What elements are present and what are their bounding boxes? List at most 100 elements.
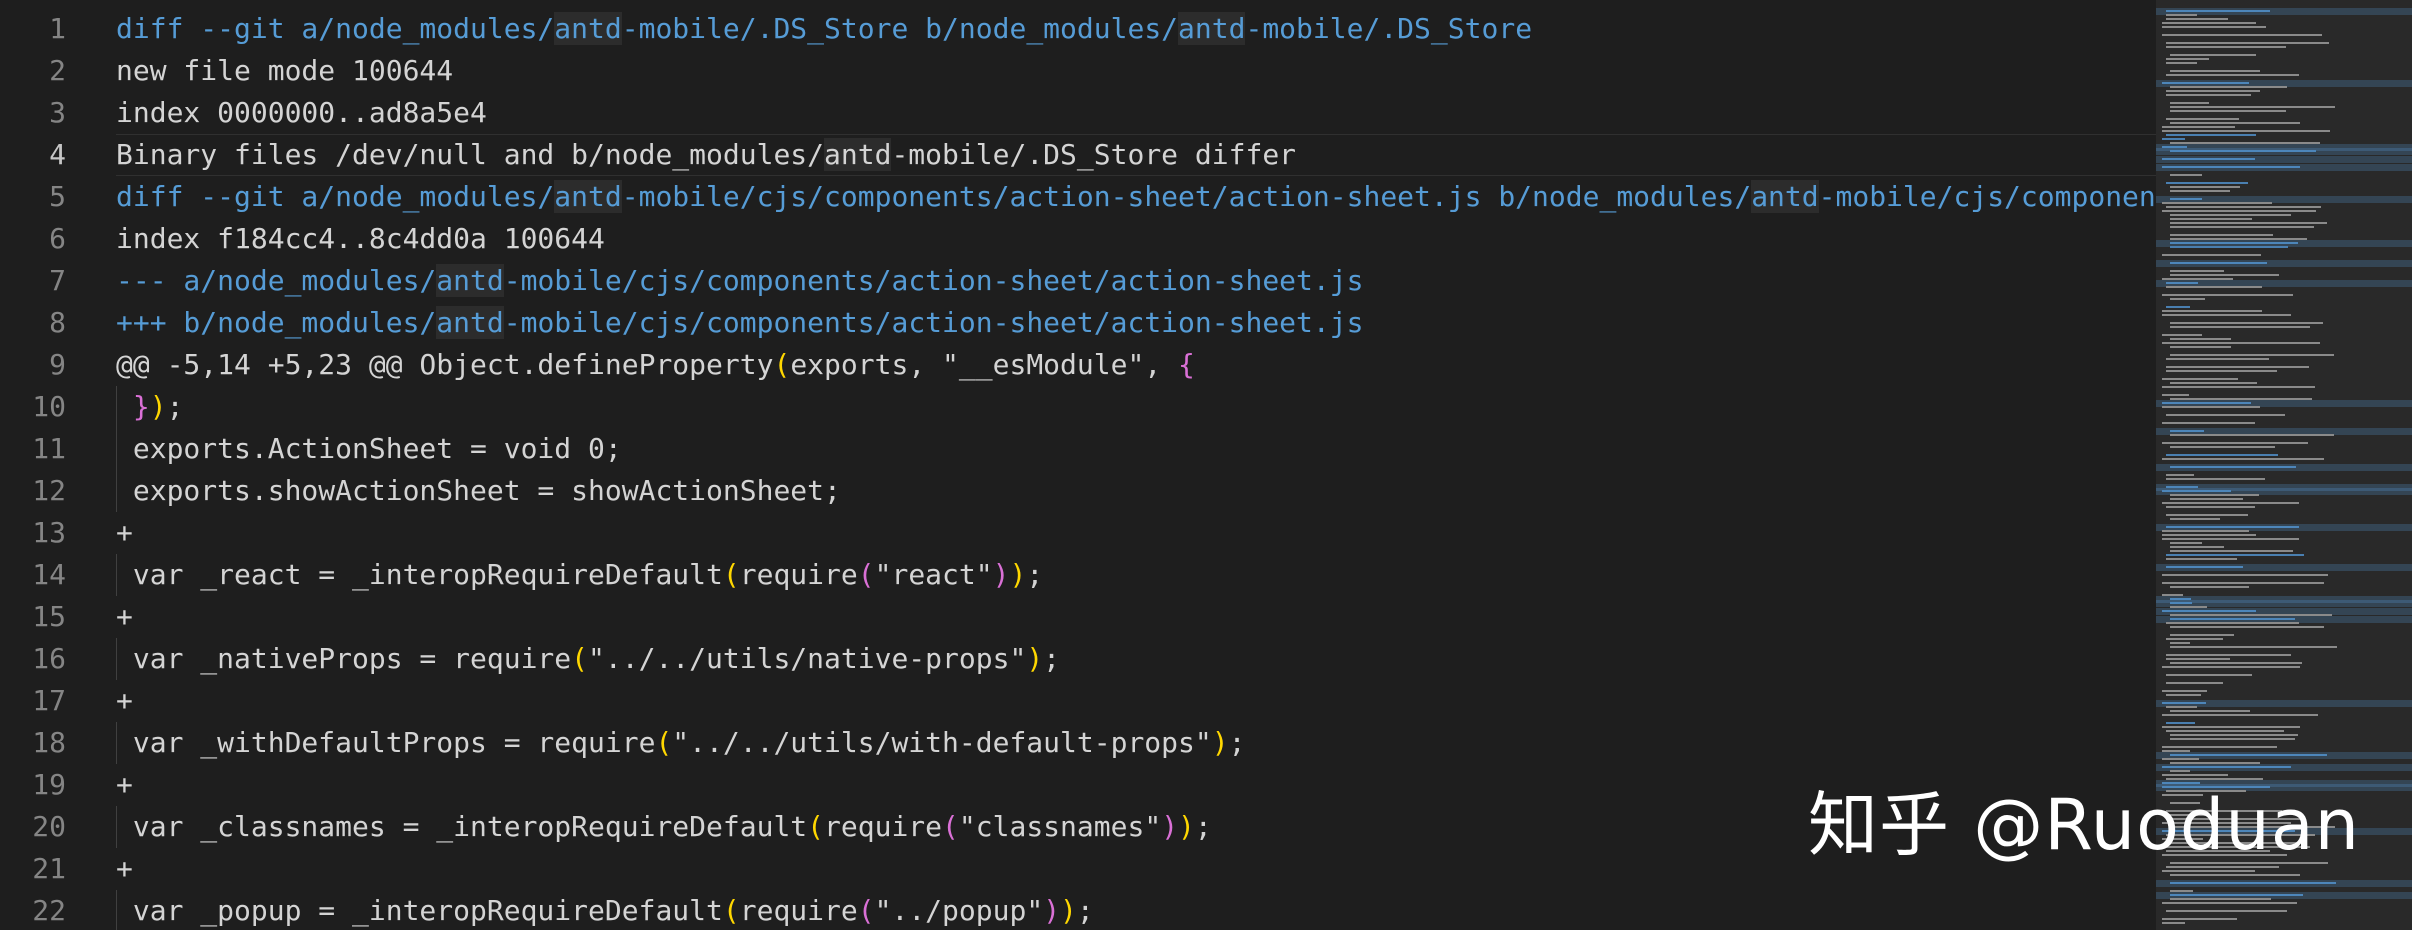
code-line[interactable]: var _nativeProps = require("../../utils/… <box>116 638 1060 680</box>
code-line[interactable]: + <box>116 764 133 806</box>
minimap-line <box>2162 34 2322 36</box>
minimap-line <box>2162 534 2256 536</box>
code-line[interactable]: diff --git a/node_modules/antd-mobile/cj… <box>116 176 2156 218</box>
minimap-line <box>2162 394 2189 396</box>
code-token: ; <box>1228 726 1246 759</box>
minimap-line <box>2170 434 2334 436</box>
code-line[interactable]: var _react = _interopRequireDefault(requ… <box>116 554 1043 596</box>
minimap-line <box>2162 774 2228 776</box>
minimap-line <box>2166 182 2248 184</box>
minimap-line <box>2162 202 2272 204</box>
code-token: Binary files /dev/null and b/node_module… <box>116 138 825 171</box>
code-line[interactable]: var _withDefaultProps = require("../../u… <box>116 722 1245 764</box>
code-line[interactable]: + <box>116 848 133 890</box>
minimap-line <box>2170 218 2252 220</box>
minimap-line <box>2162 294 2293 296</box>
minimap-highlight <box>2156 600 2412 607</box>
line-number: 2 <box>49 54 66 87</box>
code-line[interactable]: + <box>116 596 133 638</box>
code-token: --- a/node_modules/ <box>116 264 437 297</box>
minimap-line <box>2170 398 2312 400</box>
code-line[interactable]: exports.ActionSheet = void 0; <box>116 428 622 470</box>
code-token: var _react = _interopRequireDefault <box>116 558 723 591</box>
indent-guide <box>116 554 117 596</box>
code-token: + <box>116 600 133 633</box>
code-editor[interactable]: 1 2 3 4 5 6 7 8 9 10 11 12 13 14 15 16 17 18 19 20 21 22 diff… <box>0 0 2412 930</box>
minimap-line <box>2162 26 2266 28</box>
code-token: -mobile/.DS_Store b/node_modules/ <box>621 12 1179 45</box>
minimap-line <box>2166 94 2251 96</box>
minimap-line <box>2166 14 2197 16</box>
code-line[interactable]: index f184cc4..8c4dd0a 100644 <box>116 218 605 260</box>
minimap-line <box>2166 454 2278 456</box>
minimap-highlight <box>2156 700 2412 707</box>
code-token: ; <box>1026 558 1044 591</box>
minimap-highlight <box>2156 80 2412 87</box>
code-line[interactable]: index 0000000..ad8a5e4 <box>116 92 487 134</box>
line-number: 11 <box>32 432 66 465</box>
code-line[interactable]: exports.showActionSheet = showActionShee… <box>116 470 841 512</box>
code-line[interactable]: Binary files /dev/null and b/node_module… <box>116 134 2156 176</box>
minimap-line <box>2170 338 2231 340</box>
code-token: "react" <box>874 558 993 591</box>
minimap-line <box>2170 710 2250 712</box>
minimap-line <box>2162 582 2324 584</box>
minimap-highlight <box>2156 892 2412 899</box>
code-line[interactable]: + <box>116 680 133 722</box>
code-token: "../popup" <box>874 894 1044 927</box>
minimap-line <box>2166 58 2209 60</box>
minimap-line <box>2162 538 2299 540</box>
code-line[interactable]: }); <box>116 386 183 428</box>
minimap-line <box>2166 722 2195 724</box>
minimap-line <box>2170 614 2332 616</box>
code-line[interactable]: +++ b/node_modules/antd-mobile/cjs/compo… <box>116 302 1363 344</box>
indent-guide <box>116 428 117 470</box>
minimap-line <box>2170 174 2202 176</box>
minimap-line <box>2170 498 2243 500</box>
code-line[interactable]: diff --git a/node_modules/antd-mobile/.D… <box>116 8 1532 50</box>
code-token: ; <box>1076 894 1094 927</box>
minimap-line <box>2166 622 2299 624</box>
code-token: require <box>739 558 858 591</box>
code-token: "../../utils/native-props" <box>588 642 1027 675</box>
minimap-line <box>2162 918 2237 920</box>
minimap-line <box>2170 446 2275 448</box>
code-token: ) <box>1178 810 1195 843</box>
line-number: 14 <box>32 558 66 591</box>
code-line[interactable]: new file mode 100644 <box>116 50 453 92</box>
minimap-line <box>2170 222 2327 224</box>
minimap-line <box>2170 634 2234 636</box>
minimap-highlight <box>2156 164 2412 171</box>
code-token: + <box>116 516 133 549</box>
code-token: ( <box>807 810 825 843</box>
minimap-highlight <box>2156 156 2412 163</box>
line-number: 5 <box>49 180 66 213</box>
minimap-line <box>2166 206 2321 208</box>
code-line[interactable]: var _popup = _interopRequireDefault(requ… <box>116 890 1094 930</box>
minimap-line <box>2162 378 2238 380</box>
code-line[interactable]: --- a/node_modules/antd-mobile/cjs/compo… <box>116 260 1363 302</box>
line-number: 8 <box>49 306 66 339</box>
code-token: antd <box>1178 12 1246 45</box>
minimap-highlight <box>2156 616 2412 623</box>
minimap-line <box>2166 62 2197 64</box>
code-token: antd <box>436 306 504 339</box>
minimap-highlight <box>2156 196 2412 203</box>
minimap-line <box>2166 358 2269 360</box>
code-token: ) <box>1060 894 1077 927</box>
code-line[interactable]: + <box>116 512 133 554</box>
code-line[interactable]: var _classnames = _interopRequireDefault… <box>116 806 1212 848</box>
code-line[interactable]: @@ -5,14 +5,23 @@ Object.defineProperty(… <box>116 344 1195 386</box>
minimap-line <box>2170 770 2190 772</box>
minimap-line <box>2162 334 2202 336</box>
minimap-line <box>2170 550 2293 552</box>
minimap-line <box>2166 478 2265 480</box>
minimap-line <box>2170 494 2259 496</box>
minimap-line <box>2162 342 2320 344</box>
minimap-line <box>2166 90 2260 92</box>
minimap-line <box>2170 326 2310 328</box>
minimap-line <box>2162 126 2235 128</box>
minimap-line <box>2170 122 2300 124</box>
minimap-line <box>2170 642 2190 644</box>
